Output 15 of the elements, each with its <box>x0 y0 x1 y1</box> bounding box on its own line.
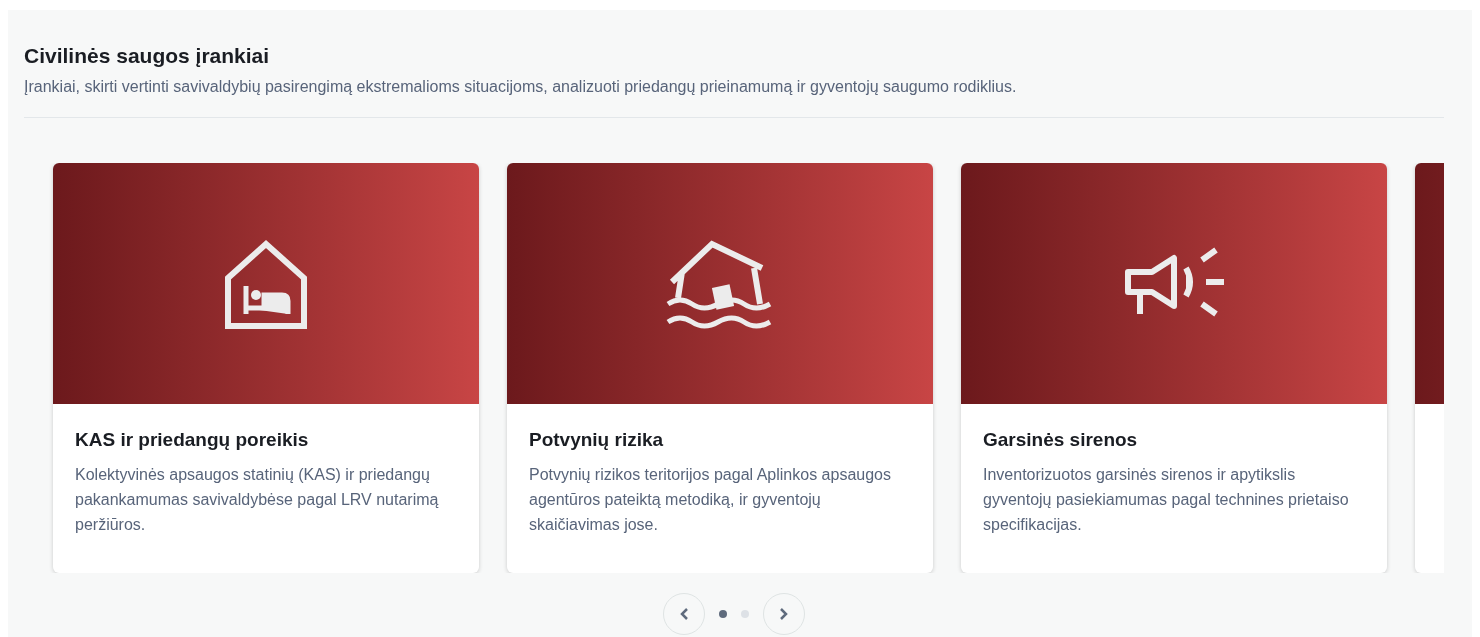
card-description: Inventorizuotos garsinės sirenos ir apytikslis gyventojų pasiekiamumas pagal technines prietaiso specifikacijas. <box>983 465 1350 535</box>
section-description: Įrankiai, skirti vertinti savivaldybių pasirengimą ekstremalioms situacijoms, analizuoti priedangų prieinamumą ir gyventojų saugumo rodiklius. <box>24 77 1018 97</box>
tool-card[interactable]: Garsinės sirenos Inventorizuotos garsinės sirenos ir apytikslis gyventojų pasiekiamumas pagal technines prietaiso specifikacijas. <box>961 163 1387 573</box>
chevron-left-icon <box>679 607 689 621</box>
tool-card[interactable]: Potvynių rizika Potvynių rizikos teritorijos pagal Aplinkos apsaugos agentūros pateiktą metodiką, ir gyventojų skaičiavimas jose. <box>507 163 933 573</box>
card-description: Kolektyvinės apsaugos statinių (KAS) ir priedangų pakankamumas savivaldybėse pagal LRV nutarimą peržiūros. <box>75 465 440 535</box>
card-title: Garsinės sirenos <box>983 428 1139 452</box>
chevron-right-icon <box>779 607 789 621</box>
house-with-bed-icon <box>224 237 308 330</box>
section-title: Civilinės saugos įrankiai <box>24 43 271 69</box>
card-title: KAS ir priedangų poreikis <box>75 428 310 452</box>
tool-card[interactable]: KAS ir priedangų poreikis Kolektyvinės apsaugos statinių (KAS) ir priedangų pakankamumas savivaldybėse pagal LRV nutarimą peržiūros. <box>53 163 479 573</box>
card-description: Potvynių rizikos teritorijos pagal Aplinkos apsaugos agentūros pateiktą metodiką, ir gyventojų skaičiavimas jose. <box>529 465 892 535</box>
flooded-house-icon <box>666 237 774 330</box>
card-title: Potvynių rizika <box>529 428 665 452</box>
